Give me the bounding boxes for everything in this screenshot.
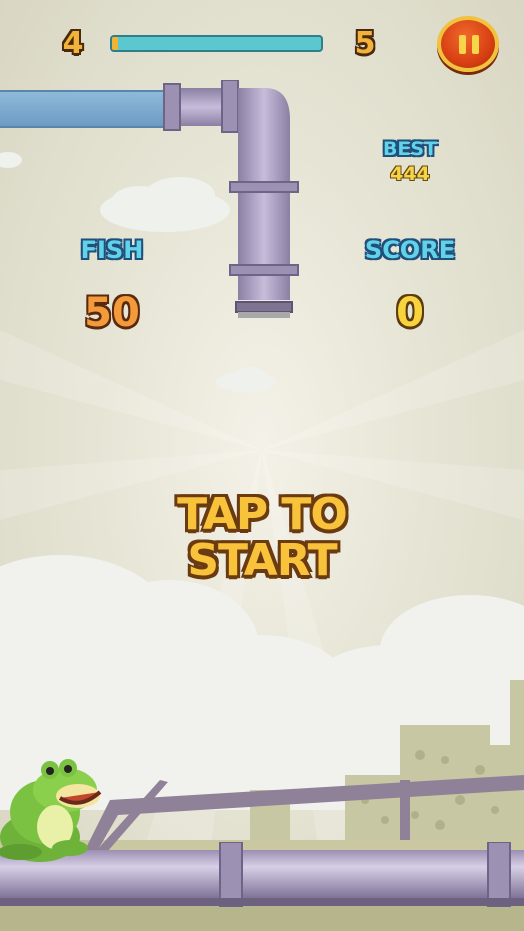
fish-label: FISH bbox=[80, 236, 144, 264]
current-level-number: 4 bbox=[62, 26, 84, 61]
best-value: 444 bbox=[390, 163, 430, 185]
frog-character bbox=[0, 759, 102, 862]
pause-button[interactable] bbox=[437, 16, 499, 72]
water-stream bbox=[0, 90, 170, 128]
best-label: BEST bbox=[382, 138, 438, 160]
cloud bbox=[0, 152, 22, 168]
level-progress-fill bbox=[112, 37, 119, 50]
fish-value: 50 bbox=[84, 290, 140, 336]
level-progress-bar bbox=[110, 35, 323, 52]
tap-to-start-line2: START bbox=[187, 535, 337, 586]
next-level-number: 5 bbox=[354, 26, 376, 61]
tap-to-start-line1: TAP TO bbox=[177, 489, 348, 540]
pipe-elbow bbox=[163, 80, 299, 318]
score-label: SCORE bbox=[364, 236, 456, 264]
game-scene[interactable]: 4 5 BEST 444 FISH 50 SCORE 0 TAP TO STAR… bbox=[0, 0, 524, 931]
cloud bbox=[216, 367, 276, 392]
tap-to-start-prompt[interactable]: TAP TO START bbox=[130, 492, 394, 584]
score-value: 0 bbox=[396, 290, 424, 336]
